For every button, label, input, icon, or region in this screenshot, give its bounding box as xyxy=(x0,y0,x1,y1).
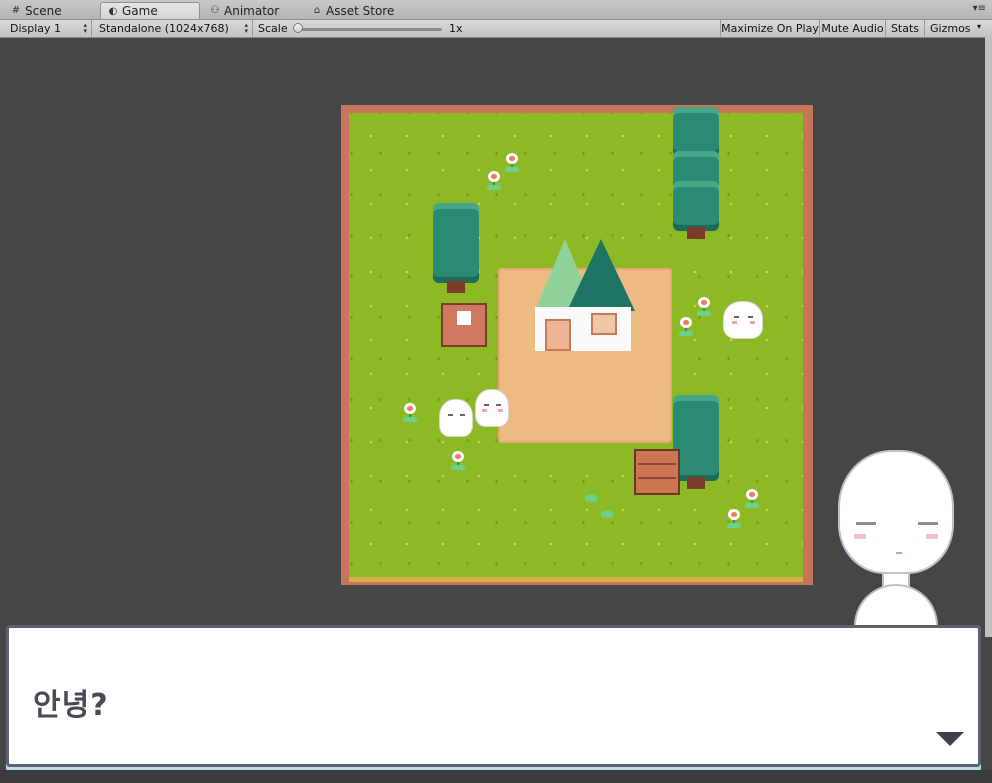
animator-icon: ⚇ xyxy=(210,5,220,16)
tab-game[interactable]: ◐ Game xyxy=(100,2,200,19)
tab-scene[interactable]: # Scene xyxy=(4,2,98,19)
tab-label: Scene xyxy=(25,3,62,18)
grass-field xyxy=(349,107,803,582)
ghost-character xyxy=(475,389,509,427)
dialogue-box[interactable]: 안녕? xyxy=(6,625,981,767)
pacman-icon: ◐ xyxy=(108,5,118,17)
ghost-character xyxy=(439,399,473,437)
mute-audio-button[interactable]: Mute Audio xyxy=(819,20,885,37)
signpost xyxy=(441,303,487,347)
tab-label: Game xyxy=(122,4,158,18)
tall-tree xyxy=(671,107,723,253)
dialogue-text: 안녕? xyxy=(33,688,109,723)
stats-button[interactable]: Stats xyxy=(885,20,924,37)
dropdown-arrows-icon: ▴ ▾ xyxy=(244,21,248,35)
flower xyxy=(679,317,693,339)
tab-asset-store[interactable]: ⌂ Asset Store xyxy=(305,2,415,19)
tab-label: Animator xyxy=(224,3,280,18)
sprout xyxy=(601,511,613,518)
house-window xyxy=(591,313,617,335)
editor-tab-bar: # Scene ◐ Game ⚇ Animator ⌂ Asset Store … xyxy=(0,0,992,20)
flower xyxy=(727,509,741,531)
display-dropdown[interactable]: Display 1 ▴ ▾ xyxy=(4,20,92,37)
stats-label: Stats xyxy=(890,22,920,35)
dropdown-arrows-icon: ▴ ▾ xyxy=(83,21,87,35)
store-icon: ⌂ xyxy=(313,5,321,16)
ghost-character-with-bows xyxy=(723,301,763,339)
game-map xyxy=(341,105,813,585)
view-bottom-edge xyxy=(0,770,992,783)
tree xyxy=(431,203,483,299)
tab-label: Asset Store xyxy=(326,3,395,18)
maximize-label: Maximize On Play xyxy=(721,22,819,35)
gizmos-dropdown[interactable]: Gizmos ▾ xyxy=(924,20,984,37)
scale-label: Scale xyxy=(258,22,288,35)
flower xyxy=(697,297,711,319)
wooden-crate xyxy=(634,449,680,495)
flower xyxy=(403,403,417,425)
flower xyxy=(487,171,501,193)
scale-value: 1x xyxy=(449,22,463,35)
flower xyxy=(505,153,519,175)
game-toolbar: Display 1 ▴ ▾ Standalone (1024x768) ▴ ▾ Sc… xyxy=(0,20,992,38)
scale-slider-thumb[interactable] xyxy=(293,23,303,33)
next-arrow-icon[interactable] xyxy=(936,732,964,746)
tab-menu-icon[interactable]: ▾≡ xyxy=(973,3,986,14)
roof xyxy=(567,239,635,311)
flower xyxy=(745,489,759,511)
scale-slider-track[interactable] xyxy=(296,28,442,31)
house xyxy=(535,239,635,353)
mute-label: Mute Audio xyxy=(821,22,884,35)
tab-animator[interactable]: ⚇ Animator xyxy=(203,2,303,19)
display-value: Display 1 xyxy=(10,22,62,35)
view-edge xyxy=(985,37,992,637)
grid-icon: # xyxy=(11,5,21,16)
gizmos-label: Gizmos xyxy=(930,22,971,35)
resolution-value: Standalone (1024x768) xyxy=(99,22,229,35)
chevron-down-icon: ▾ xyxy=(976,22,981,31)
flower xyxy=(451,451,465,473)
maximize-on-play-button[interactable]: Maximize On Play xyxy=(720,20,819,37)
character-portrait xyxy=(836,450,956,628)
house-door xyxy=(545,319,571,351)
resolution-dropdown[interactable]: Standalone (1024x768) ▴ ▾ xyxy=(93,20,253,37)
sprout xyxy=(585,495,597,502)
